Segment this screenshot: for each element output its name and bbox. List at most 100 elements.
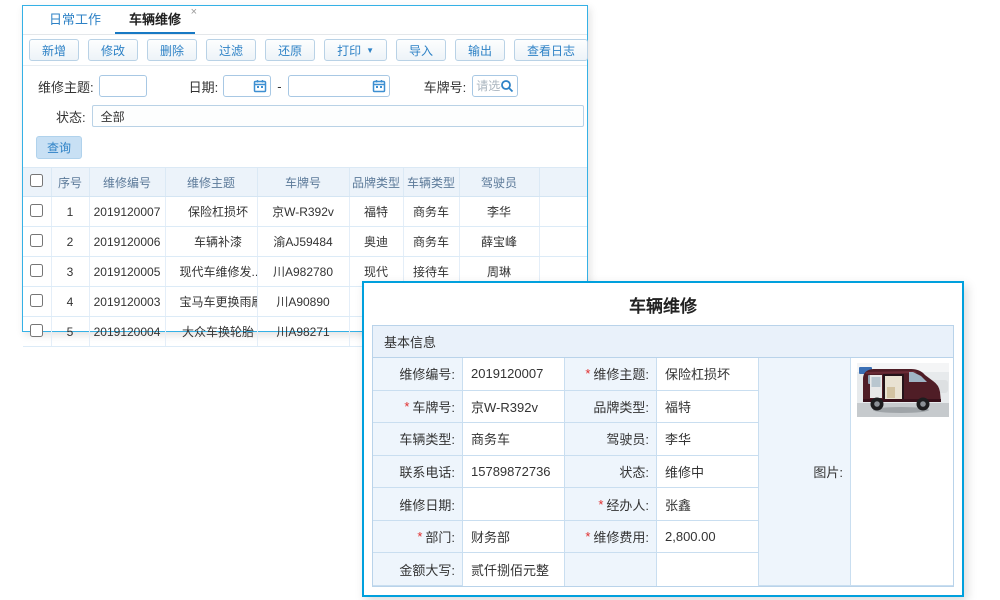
subject-link[interactable]: 车辆补漆 [165, 227, 257, 257]
section-header: 基本信息 [373, 326, 953, 358]
print-button[interactable]: 打印 ▼ [324, 39, 387, 61]
field-value-empty [657, 553, 759, 586]
edit-button[interactable]: 修改 [88, 39, 138, 61]
tab-vehicle-repair[interactable]: 车辆维修 × [115, 6, 195, 34]
row-checkbox[interactable] [30, 204, 43, 217]
vehicle-photo[interactable] [857, 363, 949, 417]
field-label-amount-words: 金额大写: [373, 553, 463, 586]
field-label-empty [565, 553, 657, 586]
required-marker: * [585, 366, 590, 381]
field-label-plate: *车牌号: [373, 391, 463, 424]
table-row[interactable]: 1 2019120007 保险杠损坏 京W-R392v 福特 商务车 李华 [23, 197, 587, 227]
plate-link[interactable]: 川A90890 [257, 287, 349, 317]
required-marker: * [417, 529, 422, 544]
field-label-phone: 联系电话: [373, 456, 463, 489]
row-checkbox[interactable] [30, 324, 43, 337]
filter-panel: 维修主题: 日期: - [23, 70, 587, 165]
field-label-department: *部门: [373, 521, 463, 554]
field-value-subject: 保险杠损坏 [657, 358, 759, 391]
repair-detail-window: 车辆维修 基本信息 维修编号: 2019120007 *维修主题: 保险杠损坏 … [362, 281, 964, 597]
restore-button[interactable]: 还原 [265, 39, 315, 61]
toolbar: 新增 修改 删除 过滤 还原 打印 ▼ 导入 输出 查看日志 [23, 35, 587, 66]
field-label-repair-date: 维修日期: [373, 488, 463, 521]
row-checkbox[interactable] [30, 234, 43, 247]
tab-daily-work[interactable]: 日常工作 [35, 6, 115, 34]
field-value-cost: 2,800.00 [657, 521, 759, 554]
field-value-handler: 张鑫 [657, 488, 759, 521]
select-all-checkbox[interactable] [30, 174, 43, 187]
field-value-phone: 15789872736 [463, 456, 565, 489]
detail-form-grid: 维修编号: 2019120007 *维修主题: 保险杠损坏 图片: [373, 358, 953, 586]
row-checkbox[interactable] [30, 294, 43, 307]
col-header-no: 序号 [51, 168, 89, 197]
repair-id-link[interactable]: 2019120003 [89, 287, 165, 317]
table-row[interactable]: 2 2019120006 车辆补漆 渝AJ59484 奥迪 商务车 薛宝峰 [23, 227, 587, 257]
subject-filter-label: 维修主题: [38, 77, 94, 96]
repair-id-link[interactable]: 2019120006 [89, 227, 165, 257]
delete-button[interactable]: 删除 [147, 39, 197, 61]
status-filter-label: 状态: [56, 107, 86, 126]
field-value-status: 维修中 [657, 456, 759, 489]
plate-link[interactable]: 川A98271 [257, 317, 349, 347]
col-header-subject: 维修主题 [165, 168, 257, 197]
calendar-icon[interactable] [253, 79, 267, 93]
basic-info-section: 基本信息 维修编号: 2019120007 *维修主题: 保险杠损坏 图片: [372, 325, 954, 587]
export-button[interactable]: 输出 [455, 39, 505, 61]
col-header-type: 车辆类型 [403, 168, 459, 197]
filter-button[interactable]: 过滤 [206, 39, 256, 61]
query-button[interactable]: 查询 [36, 136, 82, 159]
calendar-icon[interactable] [372, 79, 386, 93]
field-label-subject: *维修主题: [565, 358, 657, 391]
subject-link[interactable]: 保险杠损坏 [165, 197, 257, 227]
status-select[interactable]: 全部 [92, 105, 584, 127]
field-label-status: 状态: [565, 456, 657, 489]
tab-vehicle-repair-label: 车辆维修 [129, 12, 181, 27]
field-label-driver: 驾驶员: [565, 423, 657, 456]
subject-link[interactable]: 宝马车更换雨刷 [165, 287, 257, 317]
repair-id-link[interactable]: 2019120005 [89, 257, 165, 287]
plate-filter-label: 车牌号: [424, 77, 467, 96]
field-label-repair-id: 维修编号: [373, 358, 463, 391]
plate-link[interactable]: 渝AJ59484 [257, 227, 349, 257]
driver-link[interactable]: 李华 [459, 197, 539, 227]
field-value-vehicle-type: 商务车 [463, 423, 565, 456]
plate-link[interactable]: 京W-R392v [257, 197, 349, 227]
close-icon[interactable]: × [191, 7, 197, 18]
field-value-amount-words: 贰仟捌佰元整 [463, 553, 565, 586]
chevron-down-icon: ▼ [366, 46, 374, 55]
subject-link[interactable]: 大众车换轮胎 [165, 317, 257, 347]
detail-title: 车辆维修 [364, 283, 962, 323]
field-value-driver: 李华 [657, 423, 759, 456]
col-header-plate: 车牌号 [257, 168, 349, 197]
field-value-repair-date [463, 488, 565, 521]
field-value-brand: 福特 [657, 391, 759, 424]
date-filter-label: 日期: [189, 77, 219, 96]
field-value-plate: 京W-R392v [463, 391, 565, 424]
col-header-repair-id: 维修编号 [89, 168, 165, 197]
field-label-handler: *经办人: [565, 488, 657, 521]
view-log-button[interactable]: 查看日志 [514, 39, 588, 61]
print-button-label: 打印 [337, 42, 361, 59]
tab-bar: 日常工作 车辆维修 × [23, 6, 587, 35]
field-label-brand: 品牌类型: [565, 391, 657, 424]
field-label-vehicle-type: 车辆类型: [373, 423, 463, 456]
subject-link[interactable]: 现代车维修发... [165, 257, 257, 287]
row-checkbox[interactable] [30, 264, 43, 277]
col-header-brand: 品牌类型 [349, 168, 403, 197]
date-range-separator: - [277, 79, 281, 94]
plate-link[interactable]: 川A982780 [257, 257, 349, 287]
field-label-cost: *维修费用: [565, 521, 657, 554]
required-marker: * [585, 529, 590, 544]
add-button[interactable]: 新增 [29, 39, 79, 61]
field-label-image: 图片: [759, 358, 851, 586]
subject-filter-input[interactable] [99, 75, 147, 97]
search-icon[interactable] [500, 79, 514, 93]
table-header-row: 序号 维修编号 维修主题 车牌号 品牌类型 车辆类型 驾驶员 [23, 168, 587, 197]
required-marker: * [598, 497, 603, 512]
driver-link[interactable]: 薛宝峰 [459, 227, 539, 257]
import-button[interactable]: 导入 [396, 39, 446, 61]
repair-id-link[interactable]: 2019120007 [89, 197, 165, 227]
field-value-repair-id: 2019120007 [463, 358, 565, 391]
col-header-driver: 驾驶员 [459, 168, 539, 197]
repair-id-link[interactable]: 2019120004 [89, 317, 165, 347]
